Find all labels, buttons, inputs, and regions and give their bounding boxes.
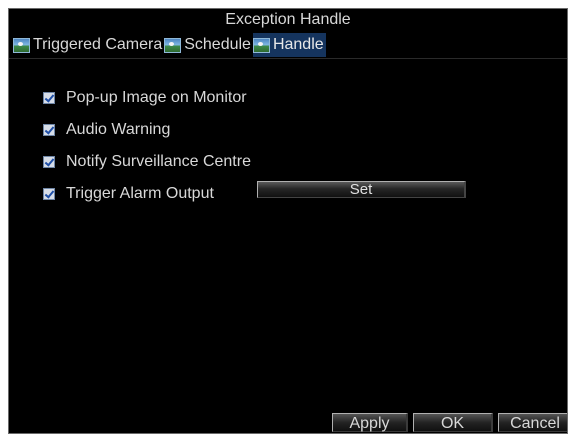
option-label: Trigger Alarm Output (66, 185, 214, 202)
tab-label: Triggered Camera (33, 36, 163, 53)
apply-button[interactable]: Apply (332, 413, 408, 432)
camera-icon (252, 37, 270, 53)
cancel-button[interactable]: Cancel (498, 413, 567, 432)
camera-icon (164, 37, 182, 53)
tab-divider (9, 58, 567, 59)
tab-handle[interactable]: Handle (252, 33, 326, 57)
ok-button[interactable]: OK (413, 413, 493, 432)
exception-handle-window: Exception Handle Triggered Camera Schedu… (8, 8, 568, 434)
tab-bar: Triggered Camera Schedule Handle (13, 33, 326, 57)
option-label: Pop-up Image on Monitor (66, 89, 247, 106)
tab-label: Handle (272, 36, 324, 53)
tab-triggered-camera[interactable]: Triggered Camera (13, 33, 164, 57)
tab-schedule[interactable]: Schedule (164, 33, 253, 57)
trigger-alarm-checkbox[interactable] (43, 188, 55, 200)
option-popup-image: Pop-up Image on Monitor (43, 87, 251, 109)
option-trigger-alarm: Trigger Alarm Output (43, 183, 251, 205)
option-notify-centre: Notify Surveillance Centre (43, 151, 251, 173)
footer-buttons: Apply OK Cancel (332, 413, 567, 432)
popup-image-checkbox[interactable] (43, 92, 55, 104)
camera-icon (13, 37, 30, 53)
audio-warning-checkbox[interactable] (43, 124, 55, 136)
handle-options: Pop-up Image on Monitor Audio Warning No… (43, 87, 251, 215)
tab-label: Schedule (184, 36, 251, 53)
set-button[interactable]: Set (257, 181, 466, 198)
option-label: Audio Warning (66, 121, 171, 138)
notify-centre-checkbox[interactable] (43, 156, 55, 168)
window-title: Exception Handle (225, 11, 351, 28)
option-label: Notify Surveillance Centre (66, 153, 251, 170)
option-audio-warning: Audio Warning (43, 119, 251, 141)
